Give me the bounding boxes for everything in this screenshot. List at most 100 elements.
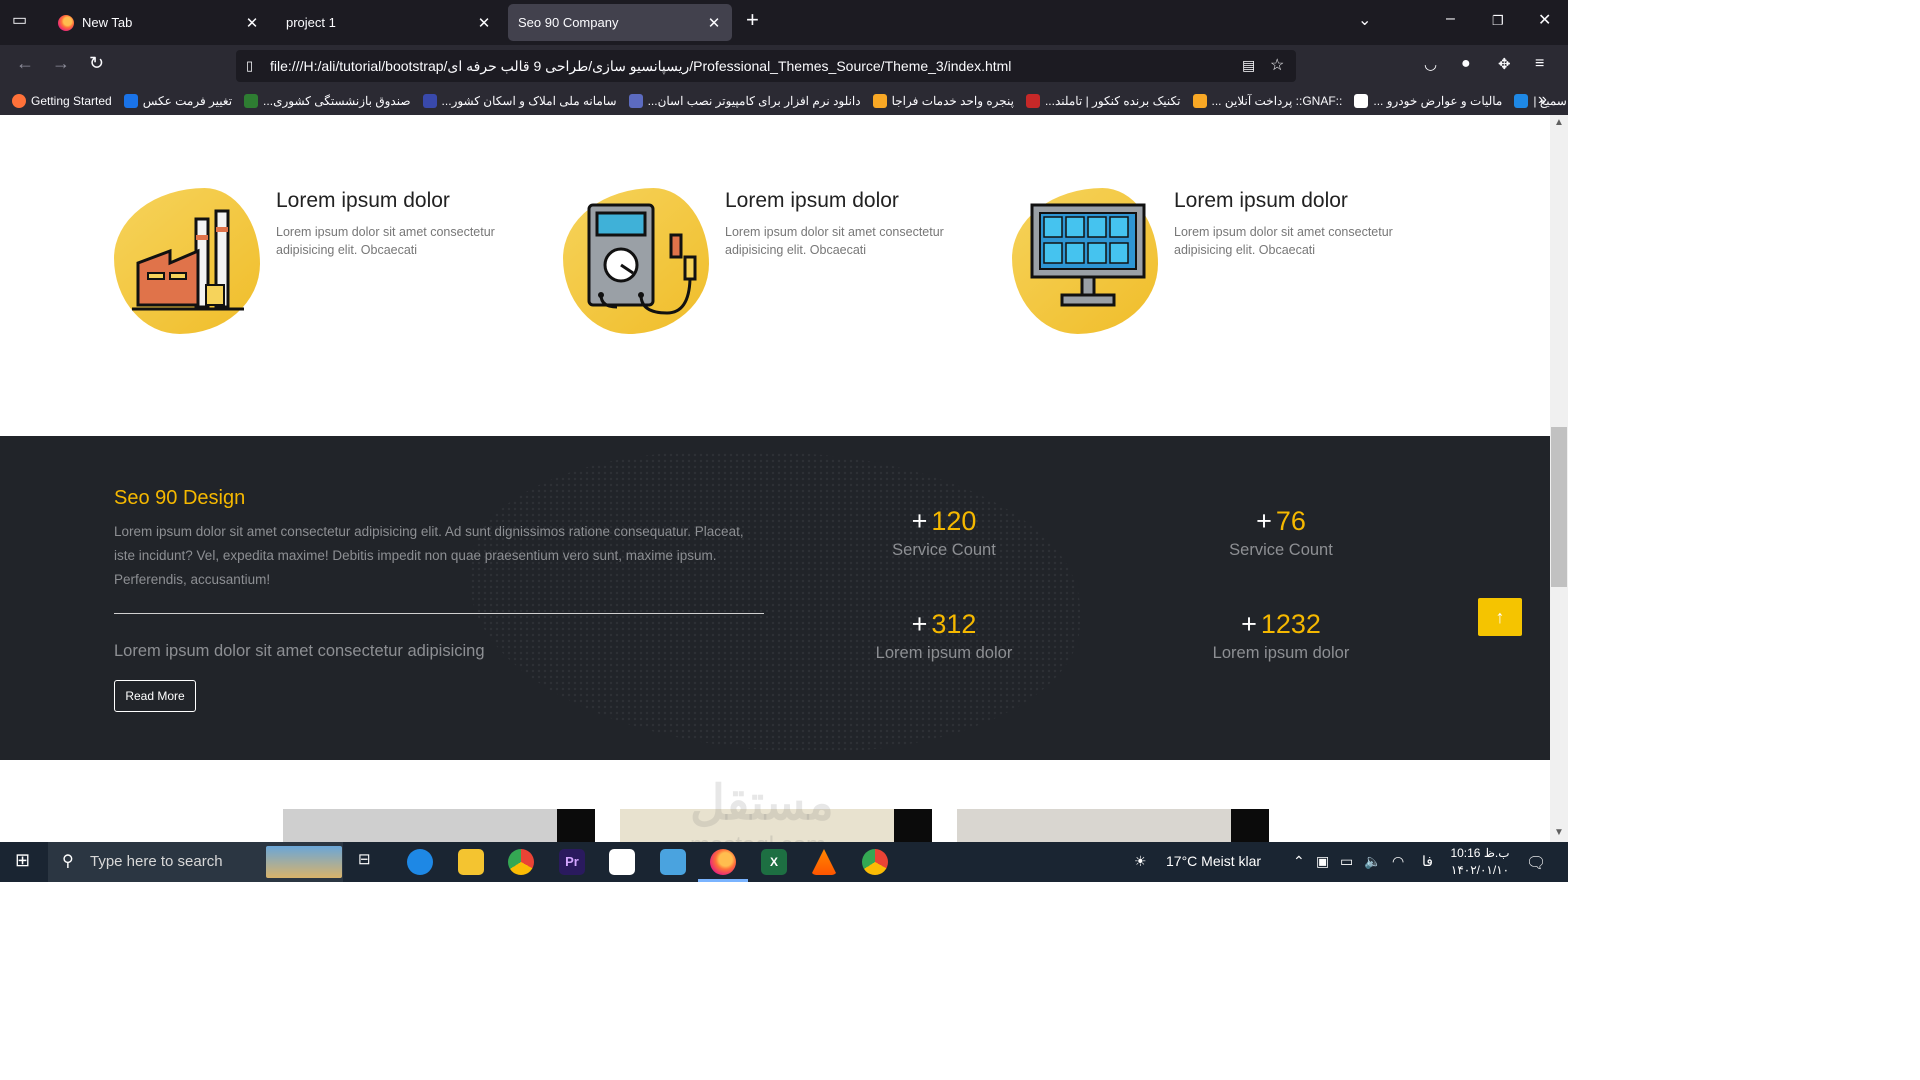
pocket-icon[interactable]: ◡ (1424, 55, 1437, 73)
wifi-icon[interactable]: ◠ (1392, 853, 1404, 870)
volume-icon[interactable]: 🔈 (1364, 853, 1381, 870)
premiere-icon[interactable]: Pr (559, 849, 585, 875)
bookmark-label: Getting Started (31, 94, 112, 108)
search-icon: ⚲ (62, 853, 74, 870)
bookmark-label: پنجره واحد خدمات فراجا (891, 94, 1014, 108)
bookmark-item[interactable]: ...صندوق بازنشستگی کشوری (244, 94, 411, 108)
about-title: Seo 90 Design (114, 487, 246, 509)
tray-chevron-icon[interactable]: ⌃ (1293, 853, 1305, 870)
reader-view-icon[interactable]: ▤ (1242, 57, 1255, 74)
vlc-icon[interactable] (811, 849, 837, 875)
web-page: Lorem ipsum dolor Lorem ipsum dolor sit … (0, 115, 1550, 842)
forward-icon[interactable]: → (52, 53, 70, 74)
bookmark-item[interactable]: تغییر فرمت عکس (123, 94, 232, 108)
close-tab-icon[interactable]: ✕ (476, 14, 492, 32)
bookmark-item[interactable]: Getting Started (12, 94, 112, 108)
page-scrollbar[interactable]: ▲ ▼ (1550, 115, 1568, 842)
chevron-more-icon[interactable]: » (1538, 91, 1547, 109)
bookmark-item[interactable]: ... مالیات و عوارض خودرو (1354, 94, 1502, 108)
about-description: Lorem ipsum dolor sit amet consectetur a… (114, 524, 744, 587)
tab-project-1[interactable]: project 1 ✕ (276, 4, 502, 41)
clock[interactable]: 10:16 ب.ظ ۱۴۰۲/۰۱/۱۰ (1448, 845, 1512, 879)
back-icon[interactable]: ← (16, 53, 34, 74)
account-icon[interactable]: ● (1461, 55, 1471, 73)
tab-new-tab[interactable]: New Tab ✕ (48, 4, 270, 41)
bookmark-favicon (244, 94, 259, 108)
read-more-button[interactable]: Read More (114, 680, 196, 712)
file-explorer-icon[interactable] (458, 849, 484, 875)
multimeter-icon (587, 203, 697, 315)
stat-value: 1232 (1260, 609, 1321, 639)
excel-icon[interactable]: X (761, 849, 787, 875)
tab-list-icon[interactable]: ▭ (12, 10, 27, 30)
weather-icon[interactable]: ☀ (1134, 853, 1147, 870)
minimize-icon[interactable]: – (1446, 10, 1455, 28)
bookmark-label: ...سامانه ملی املاک و اسکان کشور (441, 94, 617, 108)
scroll-up-icon[interactable]: ▲ (1554, 117, 1564, 128)
chrome-icon[interactable] (508, 849, 534, 875)
taskbar-search[interactable]: ⚲ Type here to search (48, 842, 343, 882)
bookmark-item[interactable]: پنجره واحد خدمات فراجا (872, 94, 1014, 108)
watermark-logo: مستقل (690, 777, 834, 830)
bookmark-favicon (12, 94, 26, 108)
feature-title: Lorem ipsum dolor (276, 189, 450, 212)
project-card[interactable] (283, 809, 595, 842)
edge-icon[interactable] (407, 849, 433, 875)
bookmarks-toolbar: Getting Started تغییر فرمت عکس ...صندوق … (0, 87, 1568, 115)
bookmark-favicon (1192, 94, 1207, 108)
chrome-icon[interactable] (862, 849, 888, 875)
language-indicator[interactable]: فا (1422, 853, 1433, 870)
reload-icon[interactable]: ↻ (89, 53, 104, 74)
weather-text[interactable]: 17°C Meist klar (1166, 853, 1261, 869)
bookmark-label: ...تکنیک برنده کنکور | تاملند (1044, 94, 1181, 108)
bookmark-item[interactable]: ...تکنیک برنده کنکور | تاملند (1025, 94, 1181, 108)
battery-icon[interactable]: ▭ (1340, 853, 1353, 870)
bookmark-label: ... مالیات و عوارض خودرو (1373, 94, 1503, 108)
search-highlight-image (266, 846, 342, 878)
clock-time: 10:16 ب.ظ (1450, 846, 1510, 860)
clock-date: ۱۴۰۲/۰۱/۱۰ (1450, 863, 1510, 877)
firefox-icon[interactable] (710, 849, 736, 875)
windows-start-icon[interactable]: ⊞ (15, 850, 30, 874)
bookmark-item[interactable]: ...سامانه ملی املاک و اسکان کشور (422, 94, 617, 108)
tab-seo-90-company[interactable]: Seo 90 Company ✕ (508, 4, 732, 41)
scroll-to-top-button[interactable]: ↑ (1478, 598, 1522, 636)
url-bar[interactable]: ▯ file:///H:/ali/tutorial/bootstrap/ریسپ… (236, 50, 1296, 82)
chevron-down-icon[interactable]: ⌄ (1358, 10, 1371, 30)
close-tab-icon[interactable]: ✕ (706, 14, 722, 32)
bookmark-item[interactable]: ... پرداخت آنلاین ::GNAF:: (1192, 94, 1342, 108)
bookmark-favicon (872, 94, 887, 108)
remote-desktop-icon[interactable] (660, 849, 686, 875)
feature-card: Lorem ipsum dolor Lorem ipsum dolor sit … (114, 185, 534, 335)
scroll-down-icon[interactable]: ▼ (1554, 827, 1564, 838)
menu-icon[interactable]: ≡ (1535, 55, 1544, 73)
firefox-icon (58, 14, 74, 31)
stat-label: Service Count (892, 541, 996, 559)
bookmark-favicon (1354, 94, 1369, 108)
feature-text: Lorem ipsum dolor sit amet consectetur a… (725, 225, 944, 257)
feature-text: Lorem ipsum dolor sit amet consectetur a… (1174, 225, 1393, 257)
new-tab-icon[interactable]: + (746, 7, 759, 33)
bookmark-star-icon[interactable]: ☆ (1270, 55, 1284, 75)
project-card[interactable] (957, 809, 1269, 842)
windows-taskbar: ⊞ ⚲ Type here to search ⊟ Pr X ☀ 17°C Me… (0, 842, 1568, 882)
app-icon[interactable] (609, 849, 635, 875)
url-text: file:///H:/ali/tutorial/bootstrap/ریسپان… (270, 58, 1012, 74)
extensions-icon[interactable]: ✥ (1498, 55, 1511, 73)
world-map-background (470, 452, 1080, 752)
stat-item: +120 Service Count (844, 506, 1044, 560)
bookmark-item[interactable]: ...دانلود نرم افزار برای کامپیوتر نصب اس… (628, 94, 861, 108)
restore-icon[interactable]: ❐ (1492, 13, 1504, 29)
network-icon[interactable]: ▣ (1316, 853, 1329, 870)
feature-title: Lorem ipsum dolor (725, 189, 899, 212)
close-tab-icon[interactable]: ✕ (244, 14, 260, 32)
stat-plus: + (911, 506, 928, 536)
notification-icon[interactable]: 🗨 (1526, 853, 1546, 873)
active-app-indicator (698, 879, 748, 882)
task-view-icon[interactable]: ⊟ (358, 850, 371, 874)
stat-item: +76 Service Count (1181, 506, 1381, 560)
stat-label: Service Count (1229, 541, 1333, 559)
close-window-icon[interactable]: ✕ (1538, 10, 1551, 30)
scroll-thumb[interactable] (1551, 427, 1567, 587)
bookmark-favicon (1514, 94, 1529, 108)
